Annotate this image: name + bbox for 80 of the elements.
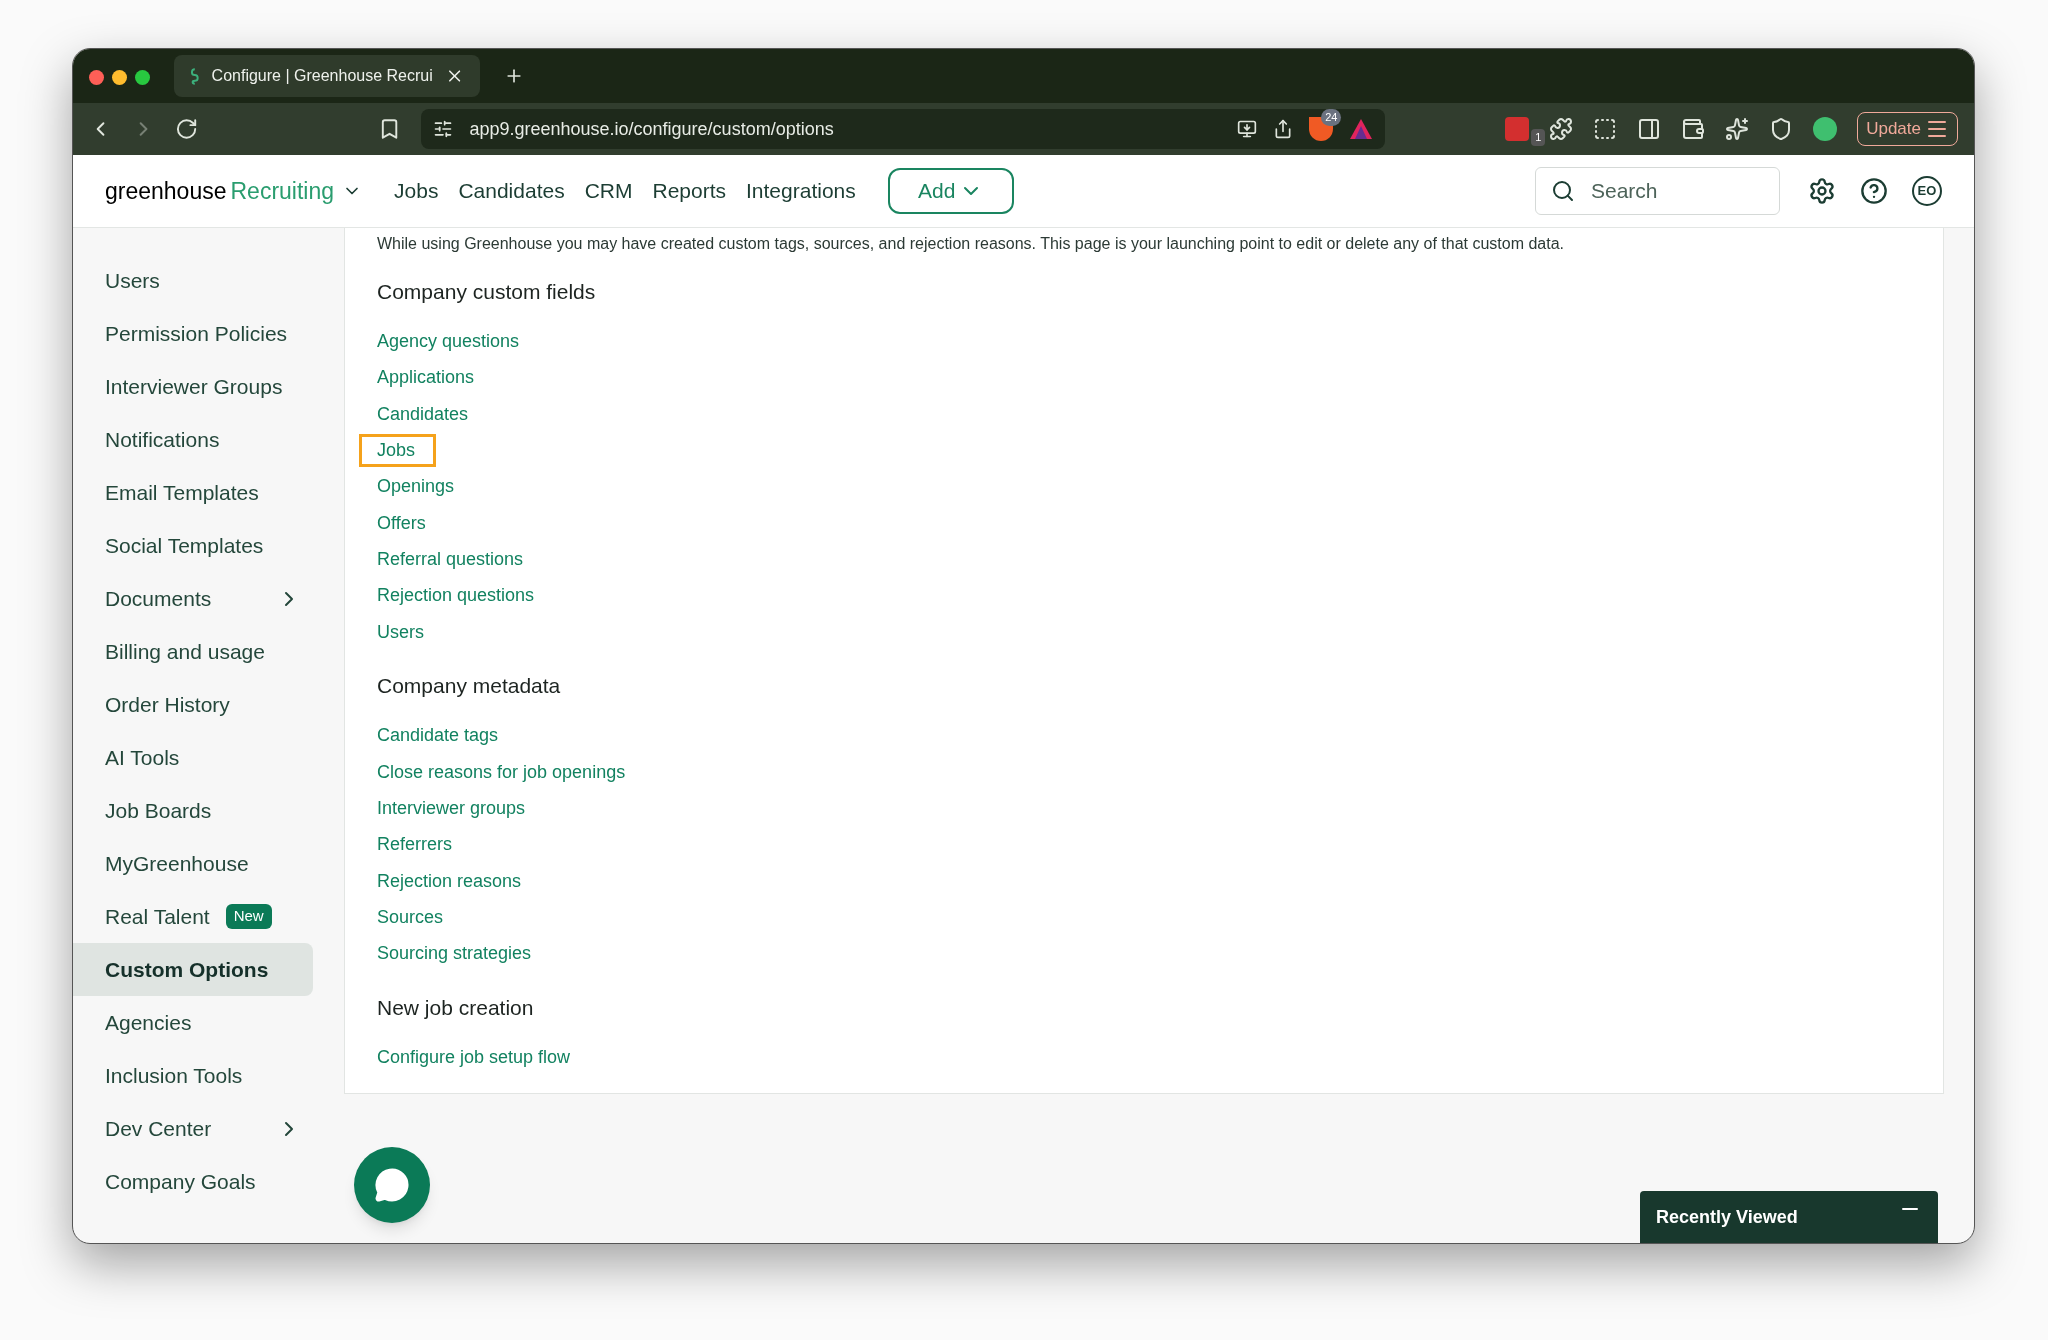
sidebar-item[interactable]: Notifications [73, 413, 313, 466]
option-link[interactable]: Sourcing strategies [374, 937, 535, 971]
option-link[interactable]: Referrers [374, 828, 455, 862]
add-button[interactable]: Add [887, 168, 1014, 214]
screenshot-icon[interactable] [1593, 117, 1618, 141]
puzzle-icon[interactable] [1549, 117, 1574, 141]
address-bar[interactable]: app9.greenhouse.io/configure/custom/options 24 [421, 109, 1386, 149]
tab-title: Configure | Greenhouse Recrui [211, 66, 433, 86]
sidebar-item[interactable]: Interviewer Groups [73, 360, 313, 413]
option-link[interactable]: Configure job setup flow [374, 1040, 574, 1074]
close-window-icon[interactable] [89, 70, 104, 85]
url-text: app9.greenhouse.io/configure/custom/options [469, 117, 835, 141]
sidebar-item[interactable]: Users [73, 254, 313, 307]
sidebar-icon[interactable] [1637, 117, 1662, 141]
nav-link[interactable]: Reports [652, 175, 726, 207]
panel-title: Recently Viewed [1656, 1205, 1798, 1229]
triangle-icon[interactable] [1349, 118, 1374, 140]
nav-link[interactable]: Integrations [746, 175, 856, 207]
option-link[interactable]: Rejection questions [374, 579, 538, 613]
chat-button[interactable] [354, 1147, 430, 1223]
option-link[interactable]: Jobs [359, 434, 437, 468]
product-name: Recruiting [230, 176, 335, 206]
sidebar-item[interactable]: Permission Policies [73, 307, 313, 360]
sidebar-item[interactable]: Email Templates [73, 466, 313, 519]
search-icon [1551, 179, 1575, 203]
minimize-window-icon[interactable] [112, 70, 127, 85]
section-heading: Company custom fields [377, 279, 597, 305]
settings-icon[interactable] [1808, 177, 1836, 205]
option-link[interactable]: Sources [374, 900, 447, 934]
sidebar-item[interactable]: Real Talent New [73, 890, 313, 943]
sidebar-item[interactable]: Inclusion Tools [73, 1049, 313, 1102]
section-heading: New job creation [377, 994, 535, 1021]
option-link[interactable]: Candidate tags [374, 719, 502, 753]
brand-name: greenhouse [105, 176, 227, 206]
option-link[interactable]: Openings [374, 470, 458, 504]
option-link[interactable]: Interviewer groups [374, 791, 529, 825]
option-link[interactable]: Users [374, 615, 427, 649]
update-button[interactable]: Update [1857, 112, 1958, 146]
sidebar-item[interactable]: AI Tools [73, 731, 313, 784]
option-link[interactable]: Rejection reasons [374, 864, 525, 898]
browser-tab[interactable]: Configure | Greenhouse Recrui [174, 55, 480, 97]
option-link[interactable]: Offers [374, 506, 429, 540]
wallet-icon[interactable] [1681, 117, 1706, 141]
nav-link[interactable]: Jobs [394, 175, 439, 207]
sidebar-item[interactable]: Documents [73, 572, 313, 625]
maximize-window-icon[interactable] [135, 70, 150, 85]
install-icon[interactable] [1237, 119, 1258, 139]
extension-count-badge: 1 [1531, 129, 1546, 146]
sidebar-item[interactable]: Agencies [73, 996, 313, 1049]
help-icon[interactable] [1860, 177, 1888, 205]
share-icon[interactable] [1273, 119, 1294, 139]
new-badge: New [225, 904, 272, 929]
option-link[interactable]: Agency questions [374, 325, 523, 359]
sprout-icon [190, 67, 200, 85]
intro-text: While using Greenhouse you may have created custom tags, sources, and rejection reasons. This page is your launching point to edit or delete any of that custom data. [377, 234, 1566, 254]
sidebar-item[interactable]: MyGreenhouse [73, 837, 313, 890]
option-link[interactable]: Applications [374, 361, 478, 395]
sidebar-item[interactable]: Order History [73, 678, 313, 731]
nav-link[interactable]: Candidates [458, 175, 565, 207]
user-avatar[interactable]: EO [1912, 176, 1942, 206]
search-field[interactable]: Search [1535, 167, 1780, 215]
option-link[interactable]: Referral questions [374, 542, 527, 576]
sidebar-item[interactable]: Billing and usage [73, 625, 313, 678]
app-logo[interactable]: greenhouse Recruiting [105, 173, 335, 209]
section-heading: Company metadata [377, 673, 562, 700]
reload-icon[interactable] [175, 117, 199, 141]
sidebar-item[interactable]: Company Goals [73, 1155, 313, 1208]
nav-link[interactable]: CRM [584, 175, 633, 207]
sidebar-item[interactable]: Dev Center [73, 1102, 313, 1155]
sidebar-item[interactable]: Job Boards [73, 784, 313, 837]
shield-count-badge: 24 [1321, 109, 1342, 126]
chat-icon [374, 1167, 410, 1203]
recently-viewed-panel[interactable]: Recently Viewed [1640, 1191, 1938, 1243]
option-link[interactable]: Candidates [374, 397, 472, 431]
site-settings-icon[interactable] [433, 119, 454, 139]
sidebar-item[interactable]: Custom Options [73, 943, 313, 996]
sparkle-icon[interactable] [1725, 117, 1750, 141]
extension-logo-icon[interactable] [1813, 117, 1838, 141]
sidebar-item[interactable]: Social Templates [73, 519, 313, 572]
option-link[interactable]: Close reasons for job openings [374, 755, 629, 789]
